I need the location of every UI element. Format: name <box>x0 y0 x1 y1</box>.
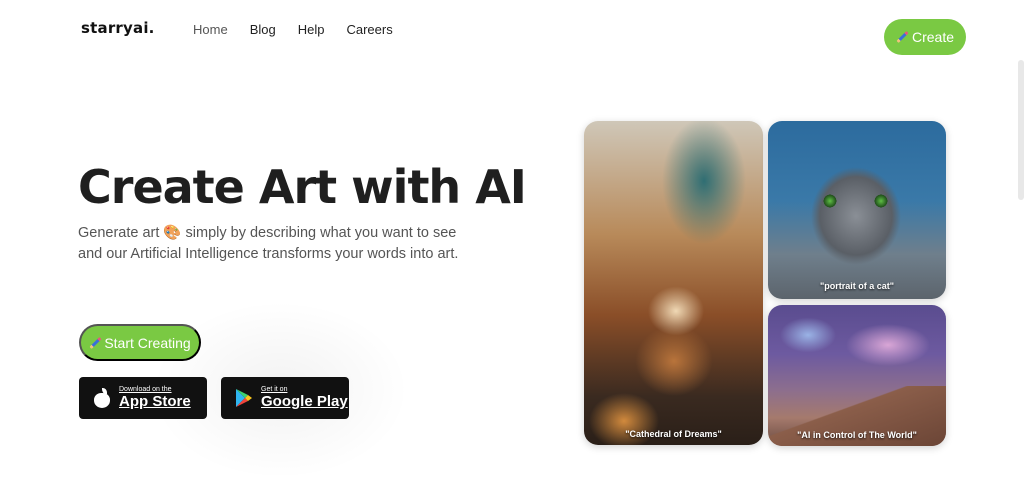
app-store-text: Download on the App Store <box>119 386 191 410</box>
google-play-button[interactable]: Get it on Google Play <box>221 377 349 419</box>
create-button-label: Create <box>911 29 955 45</box>
gallery-card-space[interactable]: "AI in Control of The World" <box>768 305 946 446</box>
logo-dot: . <box>148 19 155 37</box>
apple-icon <box>93 388 111 408</box>
cat-caption: "portrait of a cat" <box>819 281 895 291</box>
nav-careers[interactable]: Careers <box>346 22 392 37</box>
pencil-icon <box>896 31 908 43</box>
create-button[interactable]: Create <box>884 19 966 55</box>
app-store-big-text: App Store <box>119 393 191 410</box>
gallery-card-cathedral[interactable]: "Cathedral of Dreams" <box>584 121 763 445</box>
google-play-big-text: Google Play <box>261 393 348 410</box>
gallery-card-cat[interactable]: "portrait of a cat" <box>768 121 946 299</box>
space-caption: "AI in Control of The World" <box>797 430 917 440</box>
start-creating-button[interactable]: Start Creating <box>79 324 201 361</box>
main-nav: Home Blog Help Careers <box>193 22 393 37</box>
page-title: Create Art with AI <box>78 160 527 214</box>
nav-home[interactable]: Home <box>193 22 228 37</box>
google-play-icon <box>236 389 252 407</box>
app-store-button[interactable]: Download on the App Store <box>79 377 207 419</box>
cathedral-caption: "Cathedral of Dreams" <box>625 429 722 439</box>
logo[interactable]: starryai. <box>81 19 155 37</box>
pencil-icon <box>89 337 101 349</box>
google-play-text: Get it on Google Play <box>261 386 348 410</box>
start-creating-label: Start Creating <box>104 334 191 351</box>
nav-help[interactable]: Help <box>298 22 325 37</box>
hero-subtitle: Generate art 🎨 simply by describing what… <box>78 225 459 262</box>
nav-blog[interactable]: Blog <box>250 22 276 37</box>
scrollbar[interactable] <box>1018 60 1024 200</box>
logo-text: starryai <box>81 19 149 37</box>
